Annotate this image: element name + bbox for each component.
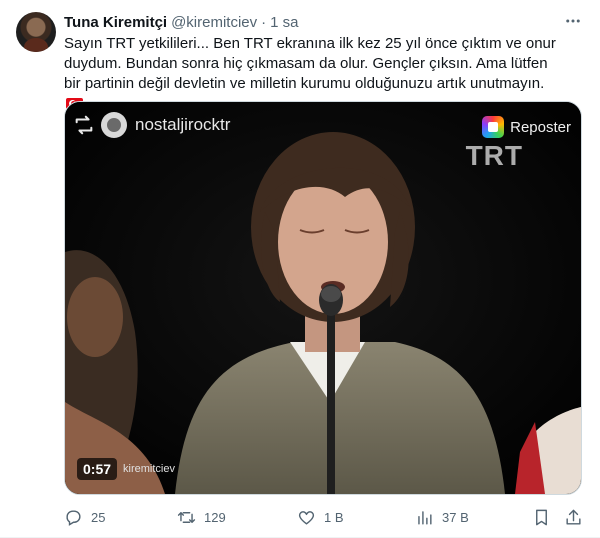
timestamp[interactable]: 1 sa xyxy=(270,14,298,31)
like-button[interactable]: 1 B xyxy=(297,505,344,529)
reposter-logo-icon xyxy=(482,116,505,138)
views-icon xyxy=(418,510,432,525)
video-player[interactable]: nostaljirocktr Reposter TRT 0:57 kiremit… xyxy=(64,101,582,495)
repost-icon xyxy=(75,115,93,135)
like-count: 1 B xyxy=(324,509,344,525)
views-count: 37 B xyxy=(442,509,469,525)
reply-icon xyxy=(66,509,81,526)
avatar[interactable] xyxy=(16,12,56,52)
duration-badge: 0:57 xyxy=(77,458,118,480)
share-button[interactable] xyxy=(564,505,583,529)
tweet-body: Sayın TRT yetkilileri... Ben TRT ekranın… xyxy=(64,35,556,92)
bookmark-button[interactable] xyxy=(532,505,551,529)
more-options-icon[interactable] xyxy=(562,10,584,32)
trt-watermark: TRT xyxy=(465,140,523,171)
bookmark-icon xyxy=(536,509,547,525)
retweet-count: 129 xyxy=(204,509,226,525)
heart-icon xyxy=(298,510,315,525)
display-name[interactable]: Tuna Kiremitçi xyxy=(64,14,167,31)
repost-username: nostaljirocktr xyxy=(135,115,231,134)
video-duration: 0:57 kiremitciev xyxy=(77,458,175,480)
tweet-actions: 25 129 1 B 37 B xyxy=(64,505,583,529)
reposter-label: Reposter xyxy=(510,118,571,136)
video-author-tag: kiremitciev xyxy=(123,463,175,475)
reply-button[interactable]: 25 xyxy=(64,505,105,529)
user-handle[interactable]: @kiremitciev xyxy=(171,14,257,31)
reply-count: 25 xyxy=(91,509,106,525)
tweet[interactable]: Tuna Kiremitçi @kiremitciev · 1 sa Sayın… xyxy=(0,0,600,538)
separator-dot: · xyxy=(261,13,267,31)
share-icon xyxy=(566,509,581,525)
retweet-button[interactable]: 129 xyxy=(177,505,226,529)
reposter-badge: Reposter xyxy=(482,116,571,138)
views-button[interactable]: 37 B xyxy=(415,505,469,529)
repost-overlay: nostaljirocktr xyxy=(73,112,230,138)
tweet-header: Tuna Kiremitçi @kiremitciev · 1 sa xyxy=(64,12,299,32)
retweet-icon xyxy=(177,511,196,523)
repost-user-avatar xyxy=(101,112,127,138)
